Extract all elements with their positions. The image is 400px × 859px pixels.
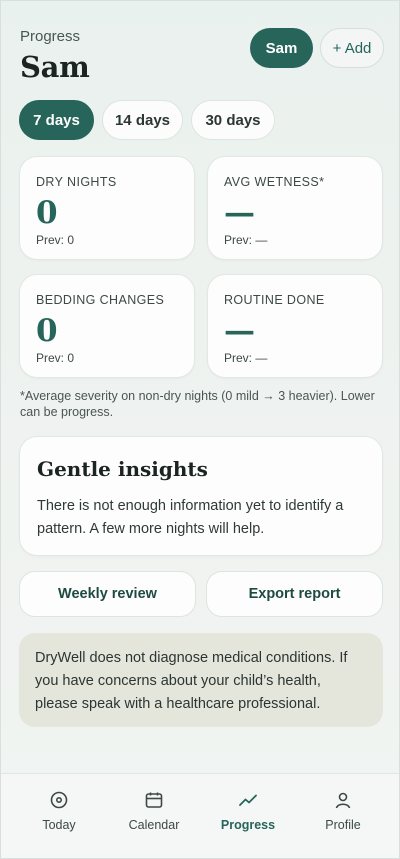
stat-value: 0 xyxy=(36,313,58,349)
stat-value: — xyxy=(224,195,255,231)
tab-today[interactable]: Today xyxy=(9,790,109,832)
profile-icon xyxy=(335,792,351,809)
wetness-footnote: *Average severity on non-dry nights (0 m… xyxy=(20,389,375,419)
page-title: Sam xyxy=(20,50,90,84)
stat-value: — xyxy=(224,313,255,349)
weekly-review-button[interactable]: Weekly review xyxy=(19,571,196,617)
stat-label: ROUTINE DONE xyxy=(224,293,325,307)
header: Progress Sam Sam + Add xyxy=(20,28,384,88)
range-7-days[interactable]: 7 days xyxy=(19,100,94,140)
page-kicker: Progress xyxy=(20,28,81,45)
stat-prev: Prev: 0 xyxy=(36,233,75,247)
insights-card: Gentle insights There is not enough info… xyxy=(19,436,383,556)
stat-prev: Prev: — xyxy=(224,351,268,365)
add-child-button[interactable]: + Add xyxy=(320,28,384,68)
tab-label: Calendar xyxy=(128,818,180,832)
stat-card-avg-wetness: AVG WETNESS* — Prev: — xyxy=(207,156,383,260)
bottom-tab-bar: Today Calendar Progress Profile xyxy=(0,773,400,859)
tab-label: Progress xyxy=(220,818,276,832)
stat-label: DRY NIGHTS xyxy=(36,175,117,189)
progress-icon xyxy=(239,794,257,806)
stat-card-bedding-changes: BEDDING CHANGES 0 Prev: 0 xyxy=(19,274,195,378)
range-14-days[interactable]: 14 days xyxy=(102,100,183,140)
medical-disclaimer: DryWell does not diagnose medical condit… xyxy=(19,633,383,727)
stat-value: 0 xyxy=(36,195,58,231)
calendar-icon xyxy=(145,792,163,808)
range-selector: 7 days 14 days 30 days xyxy=(19,100,275,140)
stat-prev: Prev: 0 xyxy=(36,351,75,365)
insights-body: There is not enough information yet to i… xyxy=(37,498,344,537)
tab-profile[interactable]: Profile xyxy=(293,790,393,832)
stat-card-dry-nights: DRY NIGHTS 0 Prev: 0 xyxy=(19,156,195,260)
stat-prev: Prev: — xyxy=(224,233,268,247)
today-icon xyxy=(50,791,68,809)
tab-progress[interactable]: Progress xyxy=(198,790,298,832)
tab-label: Today xyxy=(42,818,76,832)
stat-label: AVG WETNESS* xyxy=(224,175,325,189)
tab-calendar[interactable]: Calendar xyxy=(104,790,204,832)
tab-label: Profile xyxy=(325,818,361,832)
insights-title: Gentle insights xyxy=(37,457,208,481)
child-select-button[interactable]: Sam xyxy=(250,28,313,68)
stat-label: BEDDING CHANGES xyxy=(36,293,165,307)
range-30-days[interactable]: 30 days xyxy=(191,100,275,140)
export-report-button[interactable]: Export report xyxy=(206,571,383,617)
stat-card-routine-done: ROUTINE DONE — Prev: — xyxy=(207,274,383,378)
